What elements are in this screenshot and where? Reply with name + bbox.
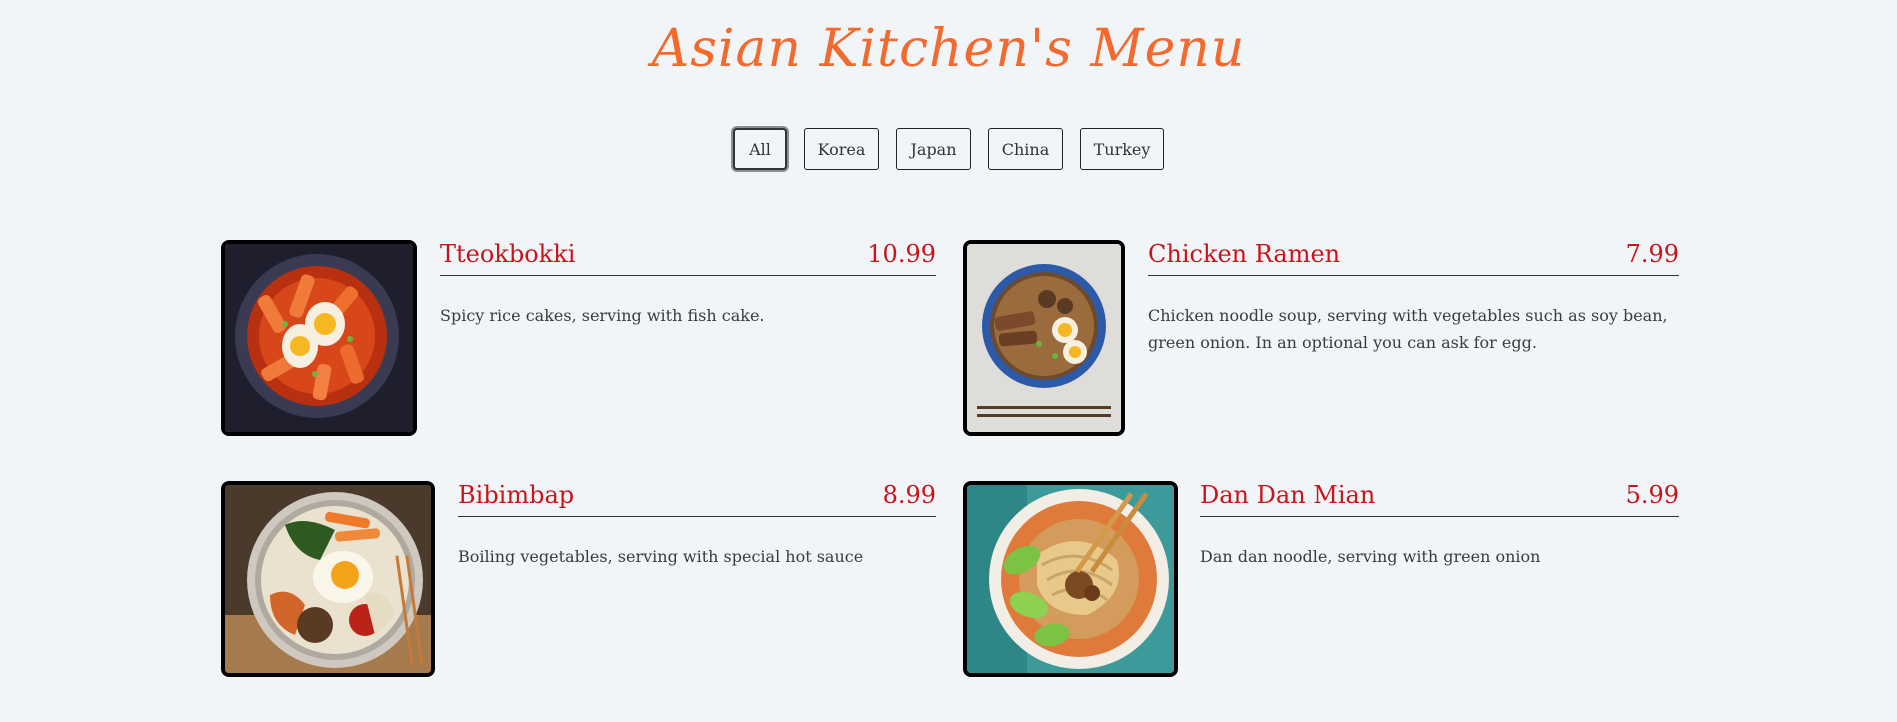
menu-item-description: Boiling vegetables, serving with special… — [458, 547, 864, 566]
dan-dan-mian-photo — [963, 481, 1178, 677]
menu-item-description: Spicy rice cakes, serving with fish cake… — [440, 306, 765, 325]
menu-item-price: 5.99 — [1625, 481, 1679, 509]
bibimbap-image — [225, 485, 431, 673]
filter-all-button[interactable]: All — [733, 128, 787, 170]
menu-item-header: Tteokbokki 10.99 — [440, 240, 936, 276]
menu-item-description: Dan dan noodle, serving with green onion — [1200, 547, 1541, 566]
menu-item-description: Chicken noodle soup, serving with vegeta… — [1148, 306, 1668, 352]
menu-item-name: Bibimbap — [458, 481, 575, 509]
filter-japan-button[interactable]: Japan — [896, 128, 971, 170]
menu-item: Bibimbap 8.99 Boiling vegetables, servin… — [221, 481, 936, 677]
menu-item-header: Dan Dan Mian 5.99 — [1200, 481, 1679, 517]
filter-china-button[interactable]: China — [988, 128, 1063, 170]
page-title: Asian Kitchen's Menu — [651, 19, 1246, 79]
menu-item-price: 7.99 — [1625, 240, 1679, 268]
filter-korea-button[interactable]: Korea — [804, 128, 879, 170]
filter-turkey-button[interactable]: Turkey — [1080, 128, 1164, 170]
chicken-ramen-image — [967, 244, 1121, 432]
tteokbokki-photo — [221, 240, 417, 436]
menu-item: Tteokbokki 10.99 Spicy rice cakes, servi… — [221, 240, 936, 436]
menu-item-name: Tteokbokki — [440, 240, 576, 268]
dan-dan-mian-image — [967, 485, 1174, 673]
bibimbap-photo — [221, 481, 435, 677]
chicken-ramen-photo — [963, 240, 1125, 436]
menu-item-price: 8.99 — [882, 481, 936, 509]
menu-item: Dan Dan Mian 5.99 Dan dan noodle, servin… — [963, 481, 1679, 677]
menu-item-name: Dan Dan Mian — [1200, 481, 1376, 509]
menu-item-header: Chicken Ramen 7.99 — [1148, 240, 1679, 276]
menu-item-price: 10.99 — [867, 240, 936, 268]
tteokbokki-image — [225, 244, 413, 432]
menu-item-header: Bibimbap 8.99 — [458, 481, 936, 517]
category-filter-bar: All Korea Japan China Turkey — [0, 128, 1897, 170]
menu-item-name: Chicken Ramen — [1148, 240, 1341, 268]
menu-item: Chicken Ramen 7.99 Chicken noodle soup, … — [963, 240, 1679, 436]
